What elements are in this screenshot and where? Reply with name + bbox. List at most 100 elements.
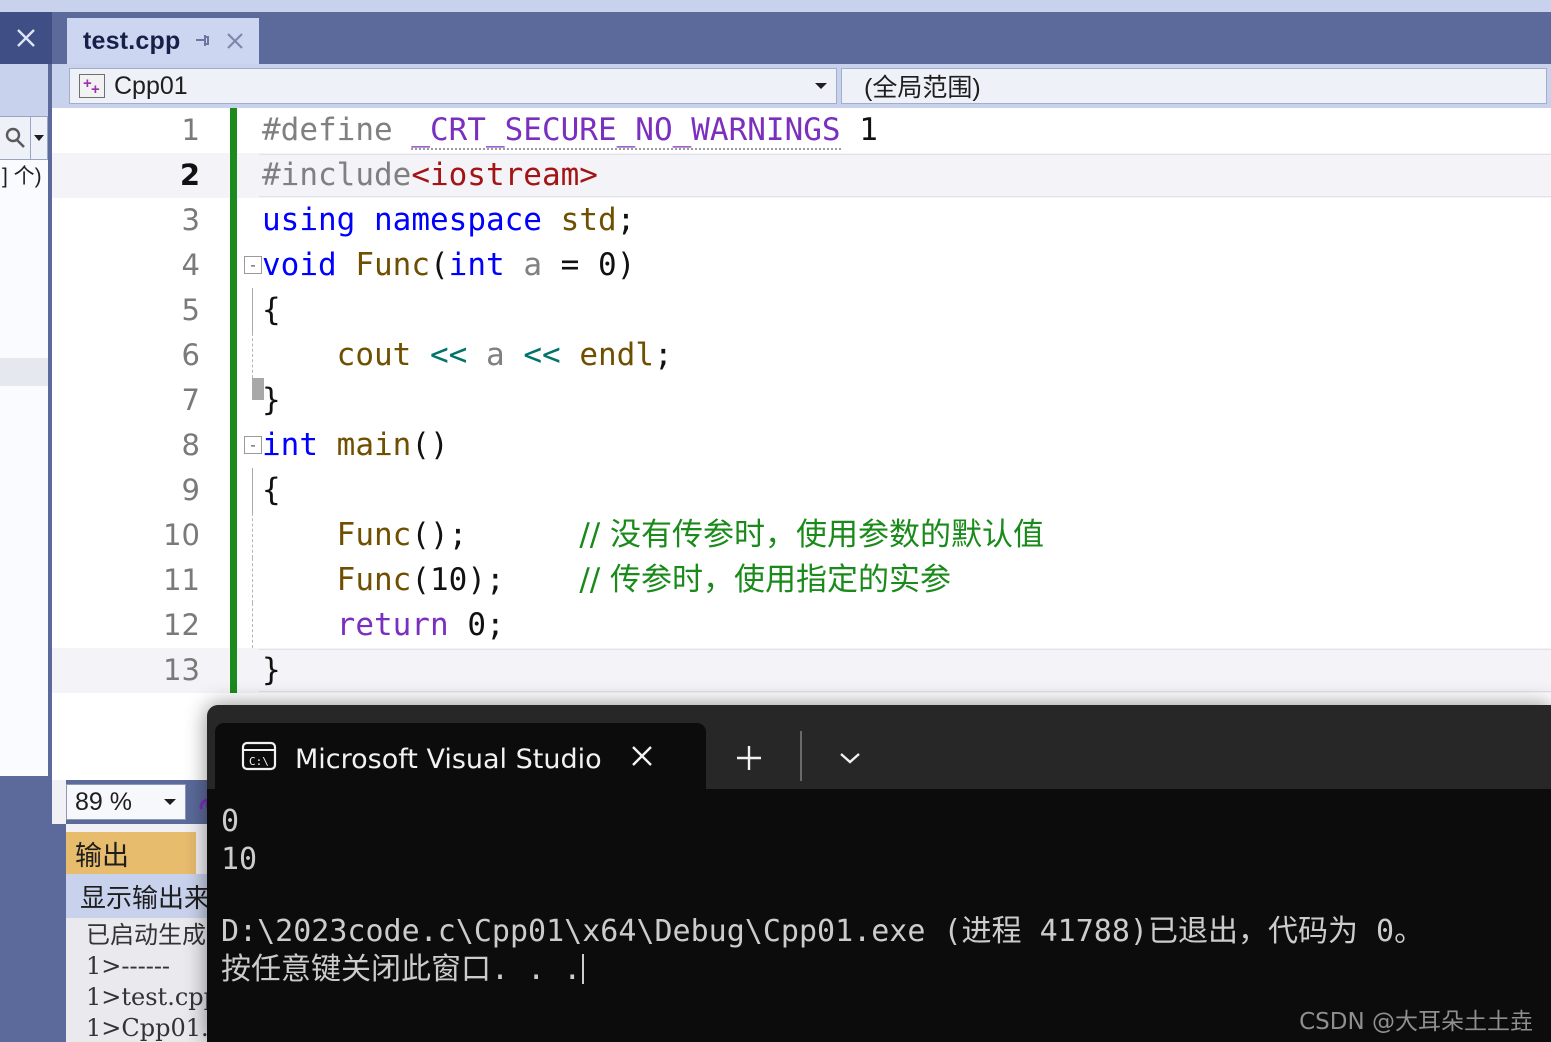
terminal-icon: C:\	[241, 740, 277, 772]
change-tracking-bar	[230, 243, 237, 288]
change-tracking-bar	[230, 468, 237, 513]
change-tracking-bar	[230, 558, 237, 603]
chevron-down-icon[interactable]	[155, 797, 185, 807]
chevron-down-icon	[840, 753, 860, 764]
code-text: cout << a << endl;	[336, 337, 673, 373]
change-tracking-bar	[230, 378, 237, 423]
tab-close-icon[interactable]	[224, 30, 246, 52]
fold-toggle-icon[interactable]: -	[244, 256, 262, 274]
code-line[interactable]: 8 - int main()	[52, 423, 1551, 468]
console-new-tab-button[interactable]	[728, 737, 770, 779]
line-number: 7	[181, 383, 200, 417]
change-tracking-bar	[230, 423, 237, 468]
solution-explorer-divider	[0, 358, 48, 386]
cpp-project-icon: + +	[79, 74, 105, 98]
zoom-level-dropdown[interactable]: 89 %	[66, 784, 186, 820]
solution-explorer-search[interactable]	[0, 116, 48, 160]
line-number: 3	[181, 203, 200, 237]
csdn-watermark: CSDN @大耳朵土土垚	[1299, 1009, 1533, 1035]
window-top-strip	[0, 0, 1551, 12]
editor-status-bar-pad	[52, 780, 66, 824]
console-line: D:\2023code.c\Cpp01\x64\Debug\Cpp01.exe …	[221, 914, 1425, 949]
solution-explorer-body	[0, 386, 48, 776]
document-tab-strip	[52, 12, 1551, 64]
line-number: 5	[181, 293, 200, 327]
line-number: 11	[163, 563, 200, 597]
console-close-icon[interactable]	[627, 741, 657, 771]
code-line[interactable]: 12 return 0;	[52, 603, 1551, 648]
change-tracking-bar	[230, 603, 237, 648]
line-number: 6	[181, 338, 200, 372]
output-panel-tab[interactable]: 输出	[66, 832, 196, 874]
svg-text:C:\: C:\	[249, 755, 269, 768]
solution-explorer-tree[interactable]: ] 个)	[0, 160, 48, 358]
code-text: #define _CRT_SECURE_NO_WARNINGS 1	[262, 112, 878, 150]
indent-guide	[252, 513, 253, 558]
line-number: 9	[181, 473, 200, 507]
line-number: 2	[179, 158, 200, 192]
code-lines: 1 #define _CRT_SECURE_NO_WARNINGS 1 2 #incl…	[52, 108, 1551, 693]
code-text: using namespace std;	[262, 202, 636, 238]
code-line[interactable]: 7}	[52, 378, 1551, 423]
code-text: Func(10); // 传参时，使用指定的实参	[336, 562, 952, 598]
code-line[interactable]: 6 cout << a << endl;	[52, 333, 1551, 378]
change-tracking-bar	[230, 288, 237, 333]
code-line[interactable]: 1 #define _CRT_SECURE_NO_WARNINGS 1	[52, 108, 1551, 153]
code-text: int main()	[262, 427, 449, 463]
console-caret	[582, 954, 585, 984]
code-line[interactable]: 3 using namespace std;	[52, 198, 1551, 243]
output-panel-tab-label: 输出	[75, 840, 129, 872]
code-text: {	[262, 292, 281, 328]
line-number: 12	[163, 608, 200, 642]
code-text: #include<iostream>	[262, 157, 598, 193]
console-line: 0	[221, 804, 240, 839]
console-dropdown-button[interactable]	[829, 737, 871, 779]
indent-guide	[252, 603, 253, 648]
code-text: }	[262, 652, 281, 688]
indent-guide	[252, 333, 253, 378]
code-text: Func(); // 没有传参时，使用参数的默认值	[336, 517, 1045, 553]
code-text: {	[262, 472, 281, 508]
debug-console-window[interactable]: C:\ Microsoft Visual Studio 调试控	[207, 705, 1551, 1042]
console-toolbar-divider	[800, 731, 802, 781]
code-line[interactable]: 9{	[52, 468, 1551, 513]
code-line[interactable]: 4 - void Func(int a = 0)	[52, 243, 1551, 288]
change-tracking-bar	[230, 333, 237, 378]
change-tracking-bar	[230, 198, 237, 243]
indent-guide	[252, 288, 253, 333]
solution-explorer-header	[0, 64, 48, 116]
chevron-down-icon[interactable]	[806, 81, 836, 91]
current-line-highlight	[259, 649, 1551, 692]
indent-guide	[252, 468, 253, 513]
output-source-label: 显示输出来	[80, 883, 211, 914]
code-line[interactable]: 5{	[52, 288, 1551, 333]
project-scope-dropdown[interactable]: + + Cpp01	[69, 68, 837, 104]
code-line[interactable]: 10 Func(); // 没有传参时，使用参数的默认值	[52, 513, 1551, 558]
console-tab[interactable]: C:\ Microsoft Visual Studio 调试控	[215, 723, 706, 789]
console-line: 10	[221, 842, 258, 877]
project-scope-value: Cpp01	[114, 71, 188, 100]
close-icon	[17, 29, 35, 47]
indent-guide	[252, 558, 253, 603]
search-filter-chevron-icon[interactable]	[30, 117, 47, 159]
fold-toggle-icon[interactable]: -	[244, 436, 262, 454]
plus-icon	[737, 746, 761, 770]
close-window-button[interactable]	[0, 12, 52, 64]
editor-tab-test-cpp[interactable]: test.cpp	[67, 18, 260, 64]
pin-icon[interactable]	[192, 31, 212, 51]
code-editor[interactable]: 1 #define _CRT_SECURE_NO_WARNINGS 1 2 #incl…	[52, 108, 1551, 780]
member-scope-dropdown[interactable]: (全局范围)	[841, 68, 1547, 104]
solution-node-fragment: ] 个)	[2, 165, 42, 188]
code-line[interactable]: 11 Func(10); // 传参时，使用指定的实参	[52, 558, 1551, 603]
line-number: 1	[181, 113, 200, 147]
console-line: 按任意键关闭此窗口. . .	[221, 951, 1551, 989]
code-text: void Func(int a = 0)	[262, 247, 636, 283]
console-tab-title: Microsoft Visual Studio 调试控	[295, 743, 605, 775]
change-tracking-bar	[230, 513, 237, 558]
code-text: }	[262, 382, 281, 418]
code-line[interactable]: 13}	[52, 648, 1551, 693]
change-tracking-bar	[230, 648, 237, 693]
code-line[interactable]: 2 #include<iostream>	[52, 153, 1551, 198]
zoom-level-value: 89 %	[75, 787, 132, 816]
